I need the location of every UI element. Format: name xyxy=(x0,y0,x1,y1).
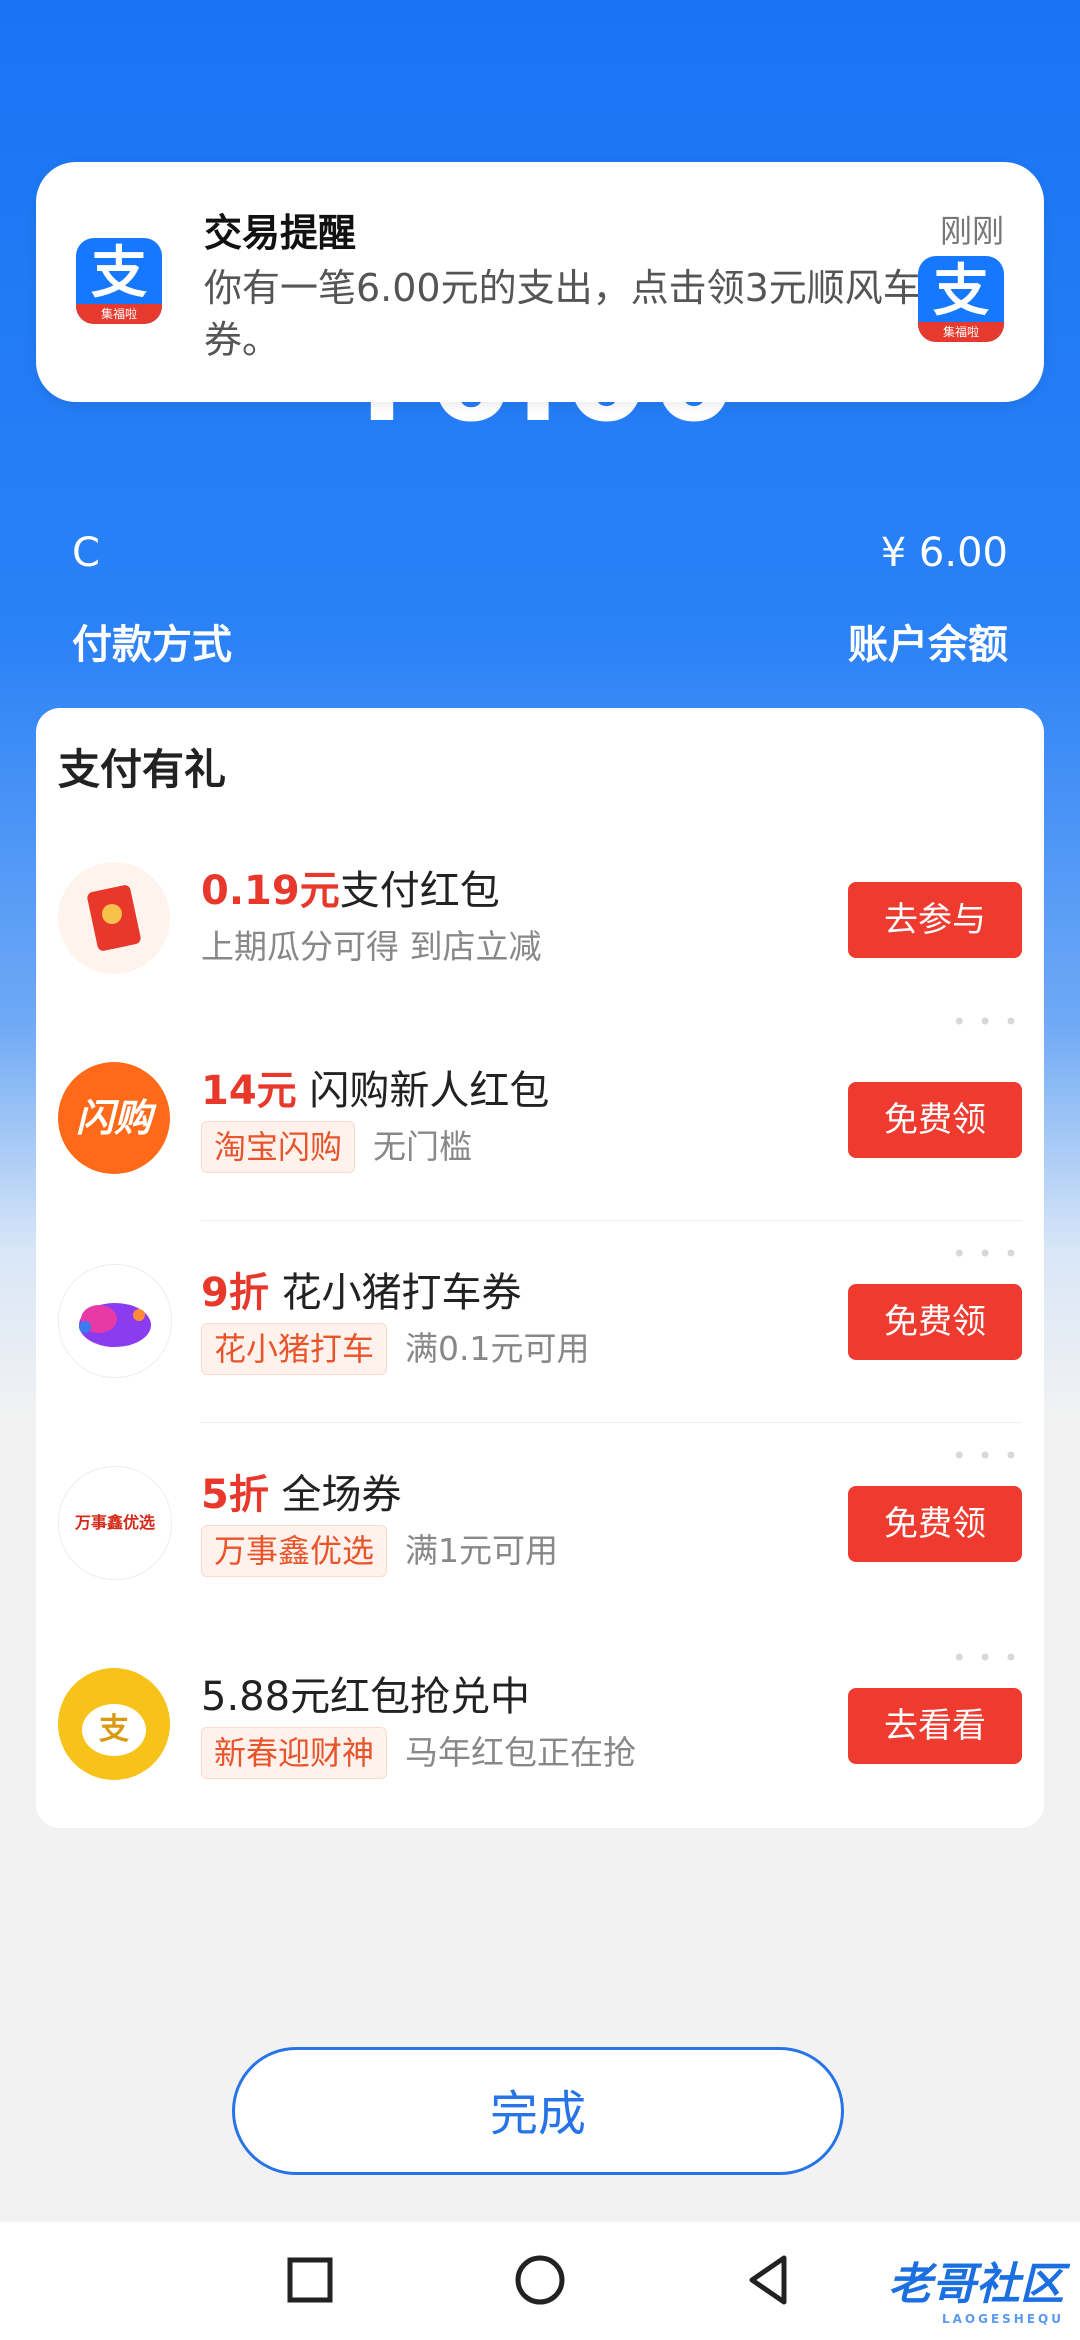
join-button[interactable]: 去参与 xyxy=(848,882,1022,958)
claim-free-button[interactable]: 免费领 xyxy=(848,1486,1022,1562)
rewards-title: 支付有礼 xyxy=(58,745,227,794)
reward-note: 上期瓜分可得 到店立减 xyxy=(201,927,542,966)
fortune-bag-icon: 支 xyxy=(58,1668,170,1780)
alipay-app-icon: 支 集福啦 xyxy=(918,256,1004,342)
reward-tag: 万事鑫优选 xyxy=(201,1525,388,1577)
divider xyxy=(201,1220,1022,1221)
account-balance-value: ¥ 6.00 xyxy=(880,530,1008,576)
reward-item[interactable]: 0.19元支付红包 上期瓜分可得 到店立减 去参与 xyxy=(36,838,1044,1008)
huaxiaozhu-pig-logo xyxy=(58,1264,172,1378)
payment-method-value: C xyxy=(72,530,100,576)
divider xyxy=(201,1422,1022,1423)
alipay-glyph: 支 xyxy=(933,259,989,324)
claim-free-button[interactable]: 免费领 xyxy=(848,1284,1022,1360)
reward-item[interactable]: • • • 万事鑫优选 5折 全场券 万事鑫优选 满1元可用 免费领 xyxy=(36,1422,1044,1612)
home-icon[interactable] xyxy=(510,2250,570,2310)
alipay-app-icon: 支 集福啦 xyxy=(76,238,162,324)
rewards-card: 支付有礼 0.19元支付红包 上期瓜分可得 到店立减 去参与 • • • 闪购 … xyxy=(36,708,1044,1828)
reward-title: 9折 花小猪打车券 xyxy=(201,1270,522,1316)
notification-body: 你有一笔6.00元的支出，点击领3元顺风车券。 xyxy=(204,266,921,362)
reward-title: 14元 闪购新人红包 xyxy=(201,1068,550,1114)
more-icon[interactable]: • • • xyxy=(952,1240,1020,1268)
notification-title: 交易提醒 xyxy=(204,211,357,255)
back-icon[interactable] xyxy=(740,2250,800,2310)
watermark-logo: 老哥社区 LAOGESHEQU xyxy=(888,2259,1064,2326)
payment-values-row: C ¥ 6.00 xyxy=(72,530,1008,576)
reward-item[interactable]: • • • 9折 花小猪打车券 花小猪打车 满0.1元可用 免费领 xyxy=(36,1220,1044,1410)
payment-method-label: 付款方式 xyxy=(72,622,232,668)
view-button[interactable]: 去看看 xyxy=(848,1688,1022,1764)
reward-title: 0.19元支付红包 xyxy=(201,868,500,914)
more-icon[interactable]: • • • xyxy=(952,1644,1020,1672)
reward-title: 5.88元红包抢兑中 xyxy=(201,1674,531,1720)
more-icon[interactable]: • • • xyxy=(952,1008,1020,1036)
notification-time: 刚刚 xyxy=(939,212,1004,250)
reward-tag: 花小猪打车 xyxy=(201,1323,388,1375)
wanshixin-logo: 万事鑫优选 xyxy=(58,1466,172,1580)
account-balance-label: 账户余额 xyxy=(848,622,1008,668)
reward-tag: 新春迎财神 xyxy=(201,1727,388,1779)
recent-apps-icon[interactable] xyxy=(280,2250,340,2310)
more-icon[interactable]: • • • xyxy=(952,1442,1020,1470)
reward-title: 5折 全场券 xyxy=(201,1472,402,1518)
done-button[interactable]: 完成 xyxy=(232,2047,844,2175)
red-envelope-icon xyxy=(58,862,170,974)
reward-tag: 淘宝闪购 xyxy=(201,1121,356,1173)
payment-labels-row: 付款方式 账户余额 xyxy=(72,612,1008,670)
reward-sub: 万事鑫优选 满1元可用 xyxy=(201,1524,558,1577)
transaction-notification[interactable]: 支 集福啦 交易提醒 刚刚 你有一笔6.00元的支出，点击领3元顺风车券。 支 … xyxy=(36,162,1044,402)
alipay-glyph: 支 xyxy=(91,241,147,306)
shangou-logo: 闪购 xyxy=(58,1062,170,1174)
claim-free-button[interactable]: 免费领 xyxy=(848,1082,1022,1158)
reward-sub: 花小猪打车 满0.1元可用 xyxy=(201,1322,590,1375)
reward-sub: 淘宝闪购 无门槛 xyxy=(201,1120,472,1173)
reward-item[interactable]: • • • 闪购 14元 闪购新人红包 淘宝闪购 无门槛 免费领 xyxy=(36,1008,1044,1208)
app-icon-band: 集福啦 xyxy=(918,322,1004,342)
reward-sub: 新春迎财神 马年红包正在抢 xyxy=(201,1726,636,1779)
app-icon-band: 集福啦 xyxy=(76,304,162,324)
reward-item[interactable]: • • • 支 5.88元红包抢兑中 新春迎财神 马年红包正在抢 去看看 xyxy=(36,1644,1044,1814)
